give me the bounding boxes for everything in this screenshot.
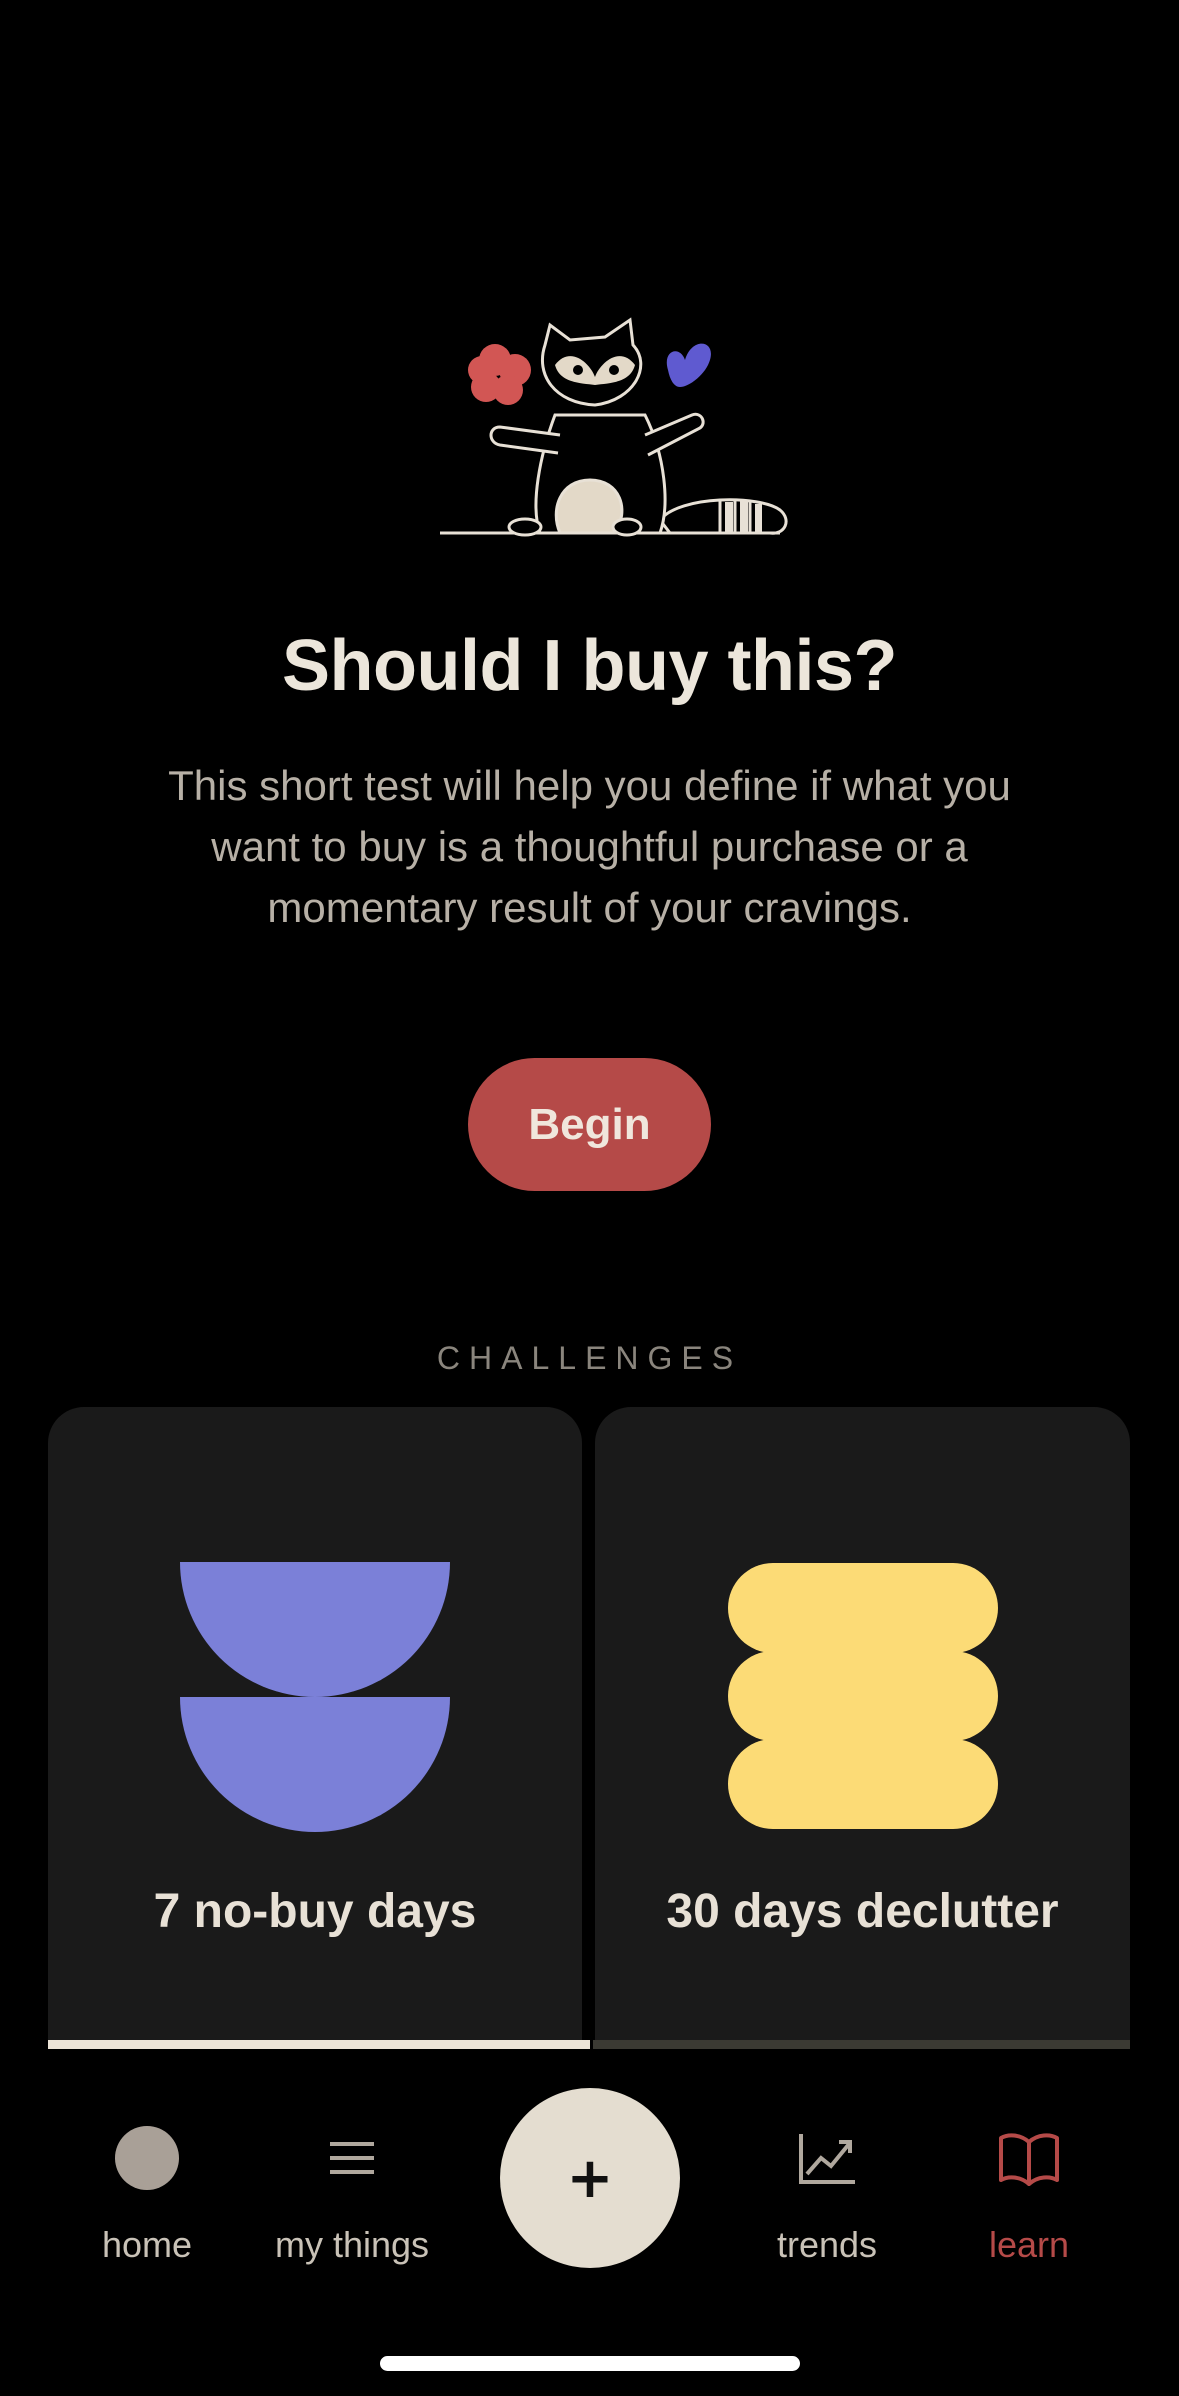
- tab-label: trends: [776, 2224, 878, 2265]
- list-icon: [312, 2118, 392, 2198]
- trends-chart-icon: [787, 2118, 867, 2198]
- page-description: This short test will help you define if …: [168, 762, 1011, 931]
- page-title: Should I buy this?: [282, 626, 897, 706]
- raccoon-illustration: [440, 317, 788, 537]
- tab-label: home: [101, 2224, 193, 2265]
- tab-label: my things: [274, 2224, 430, 2265]
- challenge-card-declutter[interactable]: 30 days declutter: [595, 1407, 1130, 2047]
- challenge-progress-bar: [593, 2040, 1130, 2049]
- challenge-card-no-buy[interactable]: 7 no-buy days: [48, 1407, 582, 2047]
- bottom-tab-bar: home my things + trends learn: [0, 2060, 1179, 2396]
- tab-learn[interactable]: learn: [939, 2118, 1119, 2268]
- home-circle-icon: [107, 2118, 187, 2198]
- tab-trends[interactable]: trends: [737, 2118, 917, 2268]
- tab-home[interactable]: home: [57, 2118, 237, 2268]
- tab-my-things[interactable]: my things: [262, 2118, 442, 2268]
- progress-fill: [48, 2040, 590, 2049]
- begin-button[interactable]: Begin: [468, 1058, 711, 1191]
- challenge-progress-bar: [48, 2040, 590, 2049]
- half-circles-shape-icon: [180, 1562, 450, 1832]
- stacked-pills-shape-icon: [727, 1563, 998, 1829]
- tab-label: learn: [988, 2224, 1070, 2265]
- challenges-section-label: CHALLENGES: [436, 1340, 743, 1376]
- add-button[interactable]: +: [500, 2088, 680, 2268]
- challenge-title: 30 days declutter: [666, 1885, 1059, 1938]
- challenge-title: 7 no-buy days: [153, 1885, 477, 1938]
- book-icon: [989, 2118, 1069, 2198]
- home-indicator: [380, 2356, 800, 2371]
